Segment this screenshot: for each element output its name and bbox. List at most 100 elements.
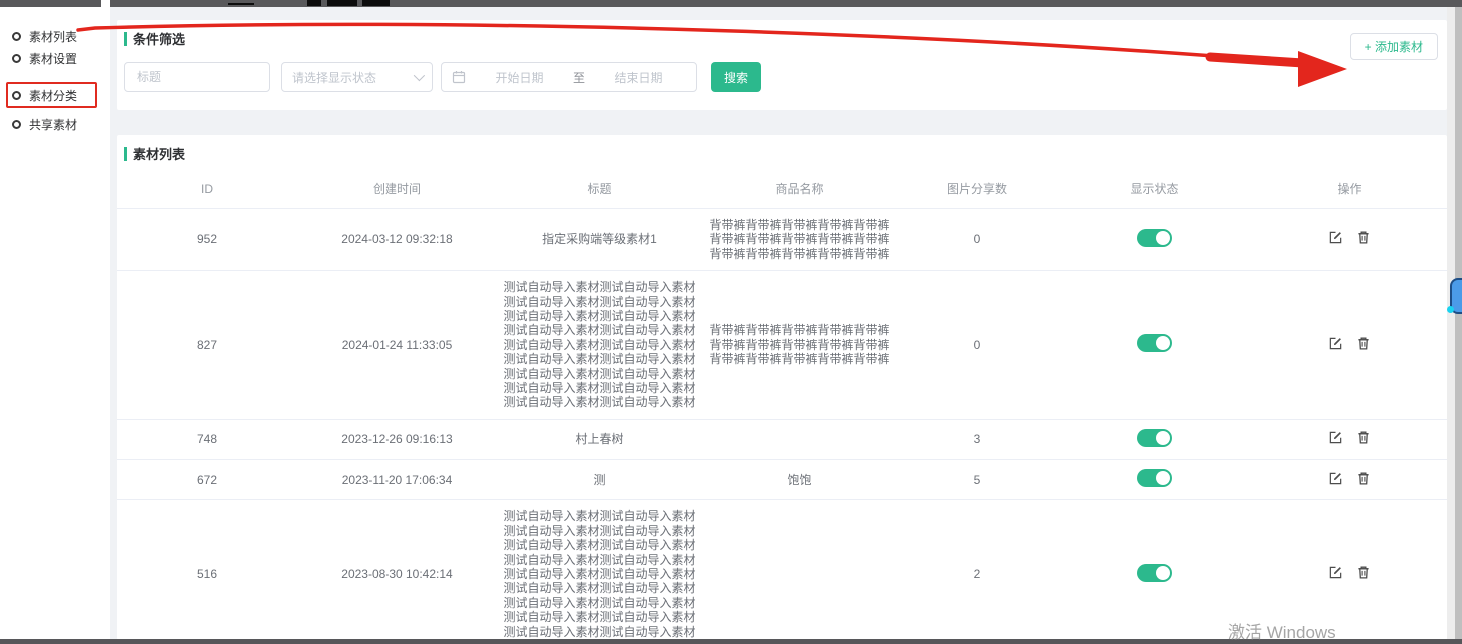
main-content: 条件筛选 + 添加素材 请选择显示状态 开始日期 至 结束日期 搜索 bbox=[110, 7, 1447, 640]
cell-product: 饱饱 bbox=[702, 460, 897, 500]
edit-icon[interactable] bbox=[1328, 230, 1343, 248]
status-toggle[interactable] bbox=[1137, 469, 1172, 487]
cell-actions bbox=[1252, 419, 1447, 459]
scrollbar-track[interactable] bbox=[1455, 7, 1462, 640]
toggle-knob bbox=[1156, 471, 1170, 485]
toggle-knob bbox=[1156, 566, 1170, 580]
toggle-knob bbox=[1156, 431, 1170, 445]
col-id: ID bbox=[117, 169, 297, 209]
cell-title: 测试自动导入素材测试自动导入素材测试自动导入素材测试自动导入素材测试自动导入素材… bbox=[497, 500, 702, 640]
status-select[interactable]: 请选择显示状态 bbox=[281, 62, 433, 92]
cell-product bbox=[702, 500, 897, 640]
cell-shares: 2 bbox=[897, 500, 1057, 640]
cell-product bbox=[702, 419, 897, 459]
cell-shares: 0 bbox=[897, 271, 1057, 420]
cell-id: 516 bbox=[117, 500, 297, 640]
cell-created: 2024-03-12 09:32:18 bbox=[297, 209, 497, 271]
cell-id: 672 bbox=[117, 460, 297, 500]
cell-status bbox=[1057, 460, 1252, 500]
status-toggle[interactable] bbox=[1137, 429, 1172, 447]
cell-actions bbox=[1252, 271, 1447, 420]
cell-title: 指定采购端等级素材1 bbox=[497, 209, 702, 271]
col-product: 商品名称 bbox=[702, 169, 897, 209]
cell-title: 测试自动导入素材测试自动导入素材测试自动导入素材测试自动导入素材测试自动导入素材… bbox=[497, 271, 702, 420]
cell-created: 2023-08-30 10:42:14 bbox=[297, 500, 497, 640]
date-separator: 至 bbox=[573, 69, 585, 86]
sidebar-item-label: 素材设置 bbox=[29, 50, 77, 67]
edit-icon[interactable] bbox=[1328, 336, 1343, 354]
cell-shares: 5 bbox=[897, 460, 1057, 500]
cell-status bbox=[1057, 500, 1252, 640]
cell-shares: 0 bbox=[897, 209, 1057, 271]
search-button[interactable]: 搜索 bbox=[711, 62, 761, 92]
calendar-icon bbox=[452, 70, 466, 84]
activate-windows-watermark: 激活 Windows bbox=[1228, 618, 1336, 643]
filter-section-title: 条件筛选 bbox=[124, 29, 185, 48]
delete-icon[interactable] bbox=[1356, 430, 1371, 448]
col-created: 创建时间 bbox=[297, 169, 497, 209]
table-row: 672 2023-11-20 17:06:34 测 饱饱 5 bbox=[117, 460, 1447, 500]
material-table: ID 创建时间 标题 商品名称 图片分享数 显示状态 操作 952 2024-0… bbox=[117, 169, 1447, 640]
scrollbar[interactable] bbox=[1447, 7, 1462, 640]
sidebar-item-material-list[interactable]: 素材列表 bbox=[12, 27, 77, 45]
status-toggle[interactable] bbox=[1137, 229, 1172, 247]
cropped-text-fragment bbox=[327, 0, 357, 6]
add-material-button[interactable]: + 添加素材 bbox=[1350, 33, 1438, 60]
top-strip-gap bbox=[101, 0, 110, 7]
circle-icon bbox=[12, 32, 21, 41]
cell-product: 背带裤背带裤背带裤背带裤背带裤背带裤背带裤背带裤背带裤背带裤背带裤背带裤背带裤背… bbox=[702, 209, 897, 271]
table-body: 952 2024-03-12 09:32:18 指定采购端等级素材1 背带裤背带… bbox=[117, 209, 1447, 641]
date-start-placeholder: 开始日期 bbox=[472, 69, 567, 86]
delete-icon[interactable] bbox=[1356, 471, 1371, 489]
cell-id: 952 bbox=[117, 209, 297, 271]
sidebar-item-material-category[interactable]: 素材分类 bbox=[12, 86, 77, 104]
title-input[interactable] bbox=[124, 62, 270, 92]
circle-icon bbox=[12, 91, 21, 100]
status-toggle[interactable] bbox=[1137, 564, 1172, 582]
cell-id: 748 bbox=[117, 419, 297, 459]
sidebar: 素材列表 素材设置 素材分类 共享素材 bbox=[0, 7, 110, 640]
edit-icon[interactable] bbox=[1328, 565, 1343, 583]
cropped-text-fragment bbox=[228, 3, 254, 5]
sidebar-item-material-settings[interactable]: 素材设置 bbox=[12, 49, 77, 67]
col-title: 标题 bbox=[497, 169, 702, 209]
sidebar-item-label: 素材列表 bbox=[29, 28, 77, 45]
floating-widget-dot bbox=[1447, 306, 1454, 313]
filter-panel: 条件筛选 + 添加素材 请选择显示状态 开始日期 至 结束日期 搜索 bbox=[117, 20, 1447, 110]
cell-created: 2023-12-26 09:16:13 bbox=[297, 419, 497, 459]
section-accent-bar bbox=[124, 147, 127, 161]
toggle-knob bbox=[1156, 336, 1170, 350]
table-row: 827 2024-01-24 11:33:05 测试自动导入素材测试自动导入素材… bbox=[117, 271, 1447, 420]
cell-created: 2024-01-24 11:33:05 bbox=[297, 271, 497, 420]
chevron-down-icon bbox=[414, 70, 425, 81]
table-row: 748 2023-12-26 09:16:13 村上春树 3 bbox=[117, 419, 1447, 459]
edit-icon[interactable] bbox=[1328, 430, 1343, 448]
sidebar-item-shared-material[interactable]: 共享素材 bbox=[12, 115, 77, 133]
date-range-picker[interactable]: 开始日期 至 结束日期 bbox=[441, 62, 697, 92]
edit-icon[interactable] bbox=[1328, 471, 1343, 489]
material-list-panel: 素材列表 ID 创建时间 标题 商品名称 图片分享数 显示状态 操作 952 bbox=[117, 135, 1447, 640]
delete-icon[interactable] bbox=[1356, 230, 1371, 248]
cell-status bbox=[1057, 419, 1252, 459]
col-actions: 操作 bbox=[1252, 169, 1447, 209]
circle-icon bbox=[12, 54, 21, 63]
status-toggle[interactable] bbox=[1137, 334, 1172, 352]
circle-icon bbox=[12, 120, 21, 129]
delete-icon[interactable] bbox=[1356, 565, 1371, 583]
sidebar-item-label: 共享素材 bbox=[29, 116, 77, 133]
cell-product: 背带裤背带裤背带裤背带裤背带裤背带裤背带裤背带裤背带裤背带裤背带裤背带裤背带裤背… bbox=[702, 271, 897, 420]
top-cropped-strip bbox=[0, 0, 1462, 7]
delete-icon[interactable] bbox=[1356, 336, 1371, 354]
cell-actions bbox=[1252, 460, 1447, 500]
cell-status bbox=[1057, 271, 1252, 420]
section-accent-bar bbox=[124, 32, 127, 46]
table-header-row: ID 创建时间 标题 商品名称 图片分享数 显示状态 操作 bbox=[117, 169, 1447, 209]
cropped-text-fragment bbox=[307, 0, 321, 6]
cell-created: 2023-11-20 17:06:34 bbox=[297, 460, 497, 500]
toggle-knob bbox=[1156, 231, 1170, 245]
col-status: 显示状态 bbox=[1057, 169, 1252, 209]
cell-shares: 3 bbox=[897, 419, 1057, 459]
table-row: 952 2024-03-12 09:32:18 指定采购端等级素材1 背带裤背带… bbox=[117, 209, 1447, 271]
table-section-title: 素材列表 bbox=[124, 144, 185, 163]
cell-id: 827 bbox=[117, 271, 297, 420]
